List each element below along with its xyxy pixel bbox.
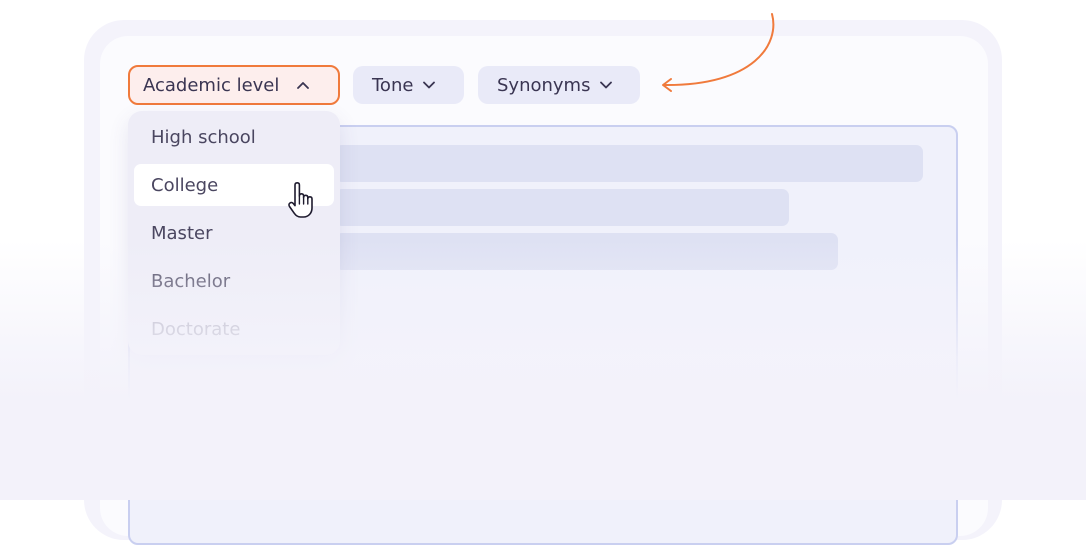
curved-arrow-icon [662,13,775,92]
menu-item-doctorate[interactable]: Doctorate [134,308,334,350]
menu-item-high-school[interactable]: High school [134,116,334,158]
chevron-up-icon [297,81,310,89]
chevron-down-icon [423,81,436,89]
synonyms-label: Synonyms [497,74,591,96]
synonyms-dropdown-button[interactable]: Synonyms [478,66,640,104]
placeholder-text-line [335,189,789,226]
academic-level-label: Academic level [143,74,280,96]
academic-level-menu: High school College Master Bachelor Doct… [128,111,340,355]
hand-pointer-icon [288,182,313,218]
placeholder-text-line [335,145,923,182]
menu-item-bachelor[interactable]: Bachelor [134,260,334,302]
menu-item-label: Master [151,222,213,244]
tone-label: Tone [372,74,414,96]
chevron-down-icon [600,81,613,89]
placeholder-text-line [335,233,838,270]
menu-item-label: High school [151,126,256,148]
menu-item-label: Doctorate [151,318,241,340]
tone-dropdown-button[interactable]: Tone [353,66,464,104]
menu-item-label: Bachelor [151,270,231,292]
menu-item-label: College [151,174,219,196]
academic-level-dropdown-button[interactable]: Academic level [128,65,340,105]
